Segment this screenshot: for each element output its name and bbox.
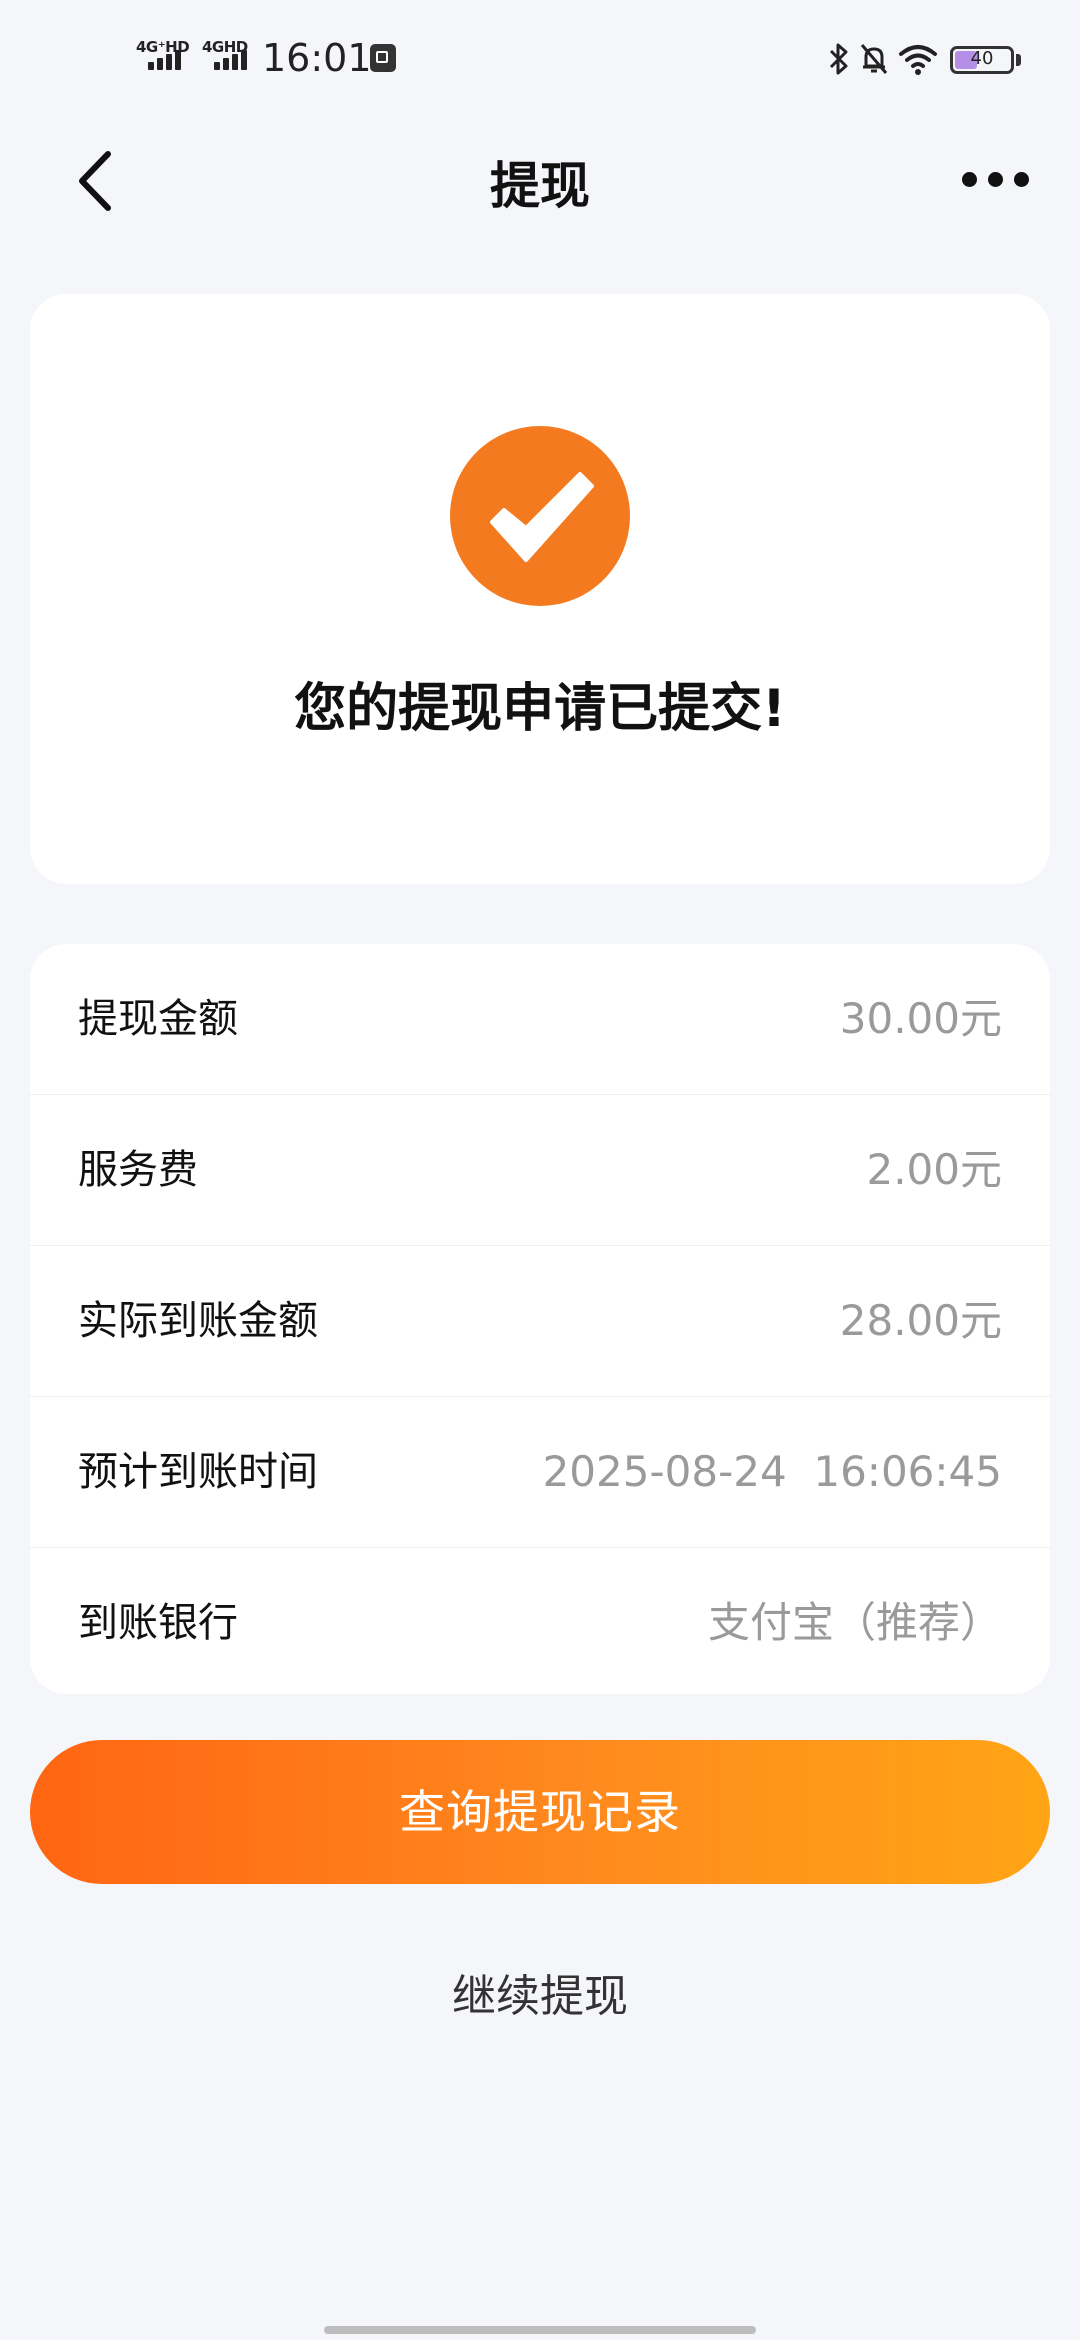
detail-row-amount: 提现金额 30.00元 [30,944,1050,1095]
home-indicator[interactable] [324,2326,756,2334]
check-circle-icon [450,426,630,606]
signal-sim1-icon: 4G⁺HD [136,38,196,78]
battery-tip [1016,54,1021,66]
battery-level: 40 [970,48,994,69]
detail-label: 实际到账金额 [78,1298,318,1344]
query-records-button[interactable]: 查询提现记录 [30,1740,1050,1884]
battery-icon: 40 [950,46,1014,74]
result-message: 您的提现申请已提交! [294,679,786,739]
detail-label: 提现金额 [78,996,238,1042]
detail-label: 预计到账时间 [78,1449,318,1495]
detail-value: 28.00元 [839,1296,1002,1345]
detail-value: 30.00元 [839,994,1002,1043]
detail-label: 服务费 [78,1147,198,1193]
detail-value: 支付宝（推荐） [707,1598,1002,1647]
page-title: 提现 [490,157,590,215]
detail-card: 提现金额 30.00元 服务费 2.00元 实际到账金额 28.00元 预计到账… [30,944,1050,1694]
continue-withdraw-link[interactable]: 继续提现 [0,1960,1080,2024]
detail-row-fee: 服务费 2.00元 [30,1095,1050,1246]
detail-value: 2025-08-24 16:06:45 [542,1447,1002,1496]
more-button[interactable] [958,164,1034,194]
bluetooth-icon [829,43,848,75]
wifi-icon [899,45,937,75]
app-notification-icon [370,44,396,72]
detail-value: 2.00元 [866,1145,1002,1194]
status-bar: 4G⁺HD 4GHD 16:01 40 [0,0,1080,120]
detail-label: 到账银行 [78,1600,238,1646]
signal-sim2-icon: 4GHD [202,38,262,78]
sim1-network-label: 4G⁺HD [136,38,190,56]
mute-icon [860,44,888,74]
detail-row-arrival-time: 预计到账时间 2025-08-24 16:06:45 [30,1397,1050,1548]
detail-row-bank: 到账银行 支付宝（推荐） [30,1548,1050,1694]
detail-row-actual-amount: 实际到账金额 28.00元 [30,1246,1050,1397]
result-card: 您的提现申请已提交! [30,294,1050,884]
status-time: 16:01 [262,36,372,80]
